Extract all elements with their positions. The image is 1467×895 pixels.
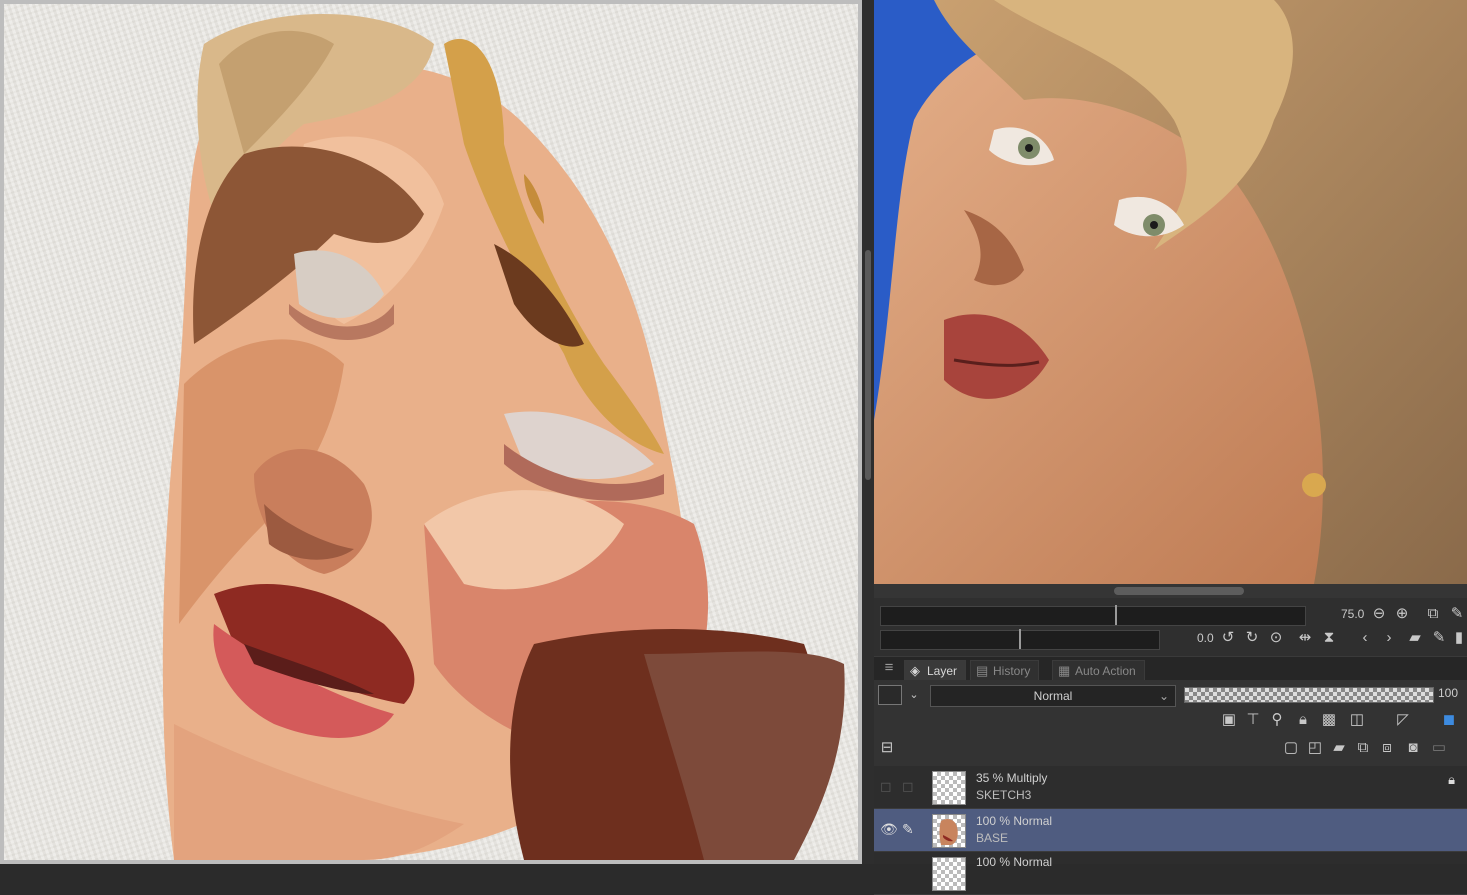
- fit-view-icon[interactable]: ⧉: [1424, 606, 1442, 622]
- layer-thumbnail: [932, 814, 966, 848]
- blend-mode-value: Normal: [1033, 689, 1073, 703]
- chevron-down-icon[interactable]: ⌄: [905, 687, 923, 703]
- new-vector-layer-icon[interactable]: ◰: [1306, 740, 1324, 756]
- layer-color-icon[interactable]: ◼: [1440, 712, 1458, 728]
- flip-horizontal-icon[interactable]: ⇹: [1296, 630, 1314, 646]
- layer-mode: 100 % Normal: [976, 814, 1053, 828]
- reference-layer-icon[interactable]: ⊤: [1244, 712, 1262, 728]
- layer-mask-icon[interactable]: ◙: [1404, 740, 1422, 756]
- layer-name: SKETCH3: [976, 788, 1032, 802]
- edit-icon[interactable]: ✎: [1430, 630, 1448, 646]
- layer-properties: ⌄ Normal ⌄ 100 ▣ ⊤ ⚲ 🔒︎ ▩ ◫ ◸ ◼ ⊟ ▢ ◰ ▰ …: [874, 680, 1467, 766]
- rotation-slider-knob[interactable]: [1019, 629, 1021, 649]
- delete-layer-icon[interactable]: ▭: [1430, 740, 1448, 756]
- pen-icon[interactable]: ◻: [902, 778, 918, 794]
- blend-mode-select[interactable]: Normal ⌄: [930, 685, 1176, 707]
- layer-thumbnail: [932, 771, 966, 805]
- rotation-value: 0.0: [1197, 631, 1214, 645]
- new-raster-layer-icon[interactable]: ▢: [1282, 740, 1300, 756]
- lock-icon[interactable]: 🔒︎: [1448, 772, 1455, 788]
- reference-photo: [874, 0, 1467, 584]
- reference-image: [874, 0, 1467, 584]
- open-folder-icon[interactable]: ▰: [1406, 630, 1424, 646]
- layers-icon: ◈: [910, 663, 920, 678]
- scrollbar-thumb[interactable]: [865, 250, 871, 480]
- opacity-slider[interactable]: [1184, 687, 1434, 703]
- tab-history[interactable]: ▤ History: [970, 660, 1040, 681]
- zoom-in-icon[interactable]: ⊕: [1393, 606, 1411, 622]
- rotation-slider[interactable]: [880, 629, 1160, 650]
- pen-icon[interactable]: ✎: [902, 821, 918, 837]
- tab-auto-action[interactable]: ▦ Auto Action: [1052, 660, 1145, 681]
- lock-icon[interactable]: 🔒︎: [1294, 712, 1312, 728]
- flip-vertical-icon[interactable]: ⧗: [1320, 630, 1338, 646]
- next-image-icon[interactable]: ›: [1380, 630, 1398, 646]
- panel-tabs: ≡ ◈ Layer ▤ History ▦ Auto Action: [874, 656, 1467, 681]
- scrollbar-thumb[interactable]: [1114, 587, 1244, 595]
- merge-layer-icon[interactable]: ⧈: [1378, 740, 1396, 756]
- pin-icon[interactable]: ✎: [1448, 606, 1466, 622]
- thumbnail-art: [939, 819, 958, 845]
- copy-layer-icon[interactable]: ⧉: [1354, 740, 1372, 756]
- layer-mode: 35 % Multiply: [976, 771, 1048, 785]
- tab-layer[interactable]: ◈ Layer: [904, 660, 967, 681]
- zoom-slider-knob[interactable]: [1115, 605, 1117, 625]
- drawing-canvas[interactable]: [0, 0, 862, 864]
- zoom-slider[interactable]: [880, 605, 1306, 626]
- rotate-right-icon[interactable]: ↻: [1243, 630, 1261, 646]
- previous-image-icon[interactable]: ‹: [1356, 630, 1374, 646]
- mask-icon[interactable]: ◫: [1348, 712, 1366, 728]
- auto-action-icon: ▦: [1058, 663, 1071, 678]
- clip-layer-icon[interactable]: ▣: [1220, 712, 1238, 728]
- zoom-value: 75.0: [1341, 607, 1365, 621]
- new-folder-icon[interactable]: ▰: [1330, 740, 1348, 756]
- painting: [162, 14, 845, 860]
- eye-icon[interactable]: 👁︎: [880, 821, 898, 837]
- menu-icon[interactable]: ≡: [880, 660, 898, 676]
- layer-mode: 100 % Normal: [976, 855, 1053, 869]
- layer-color-chip[interactable]: [878, 685, 902, 705]
- opacity-value: 100: [1438, 686, 1459, 700]
- layer-row[interactable]: ◻ ◻ 35 % Multiply SKETCH3 🔒︎: [874, 766, 1467, 809]
- reference-horizontal-scrollbar[interactable]: [874, 584, 1467, 598]
- zoom-out-icon[interactable]: ⊖: [1370, 606, 1388, 622]
- ruler-icon[interactable]: ◸: [1394, 712, 1412, 728]
- chevron-down-icon: ⌄: [1158, 689, 1169, 703]
- layer-thumbnail: [932, 857, 966, 891]
- lock-transparency-icon[interactable]: ▩: [1320, 712, 1338, 728]
- layer-row[interactable]: 100 % Normal: [874, 852, 1467, 895]
- tab-label: Layer: [927, 664, 958, 678]
- panel-menu-icon[interactable]: ⊟: [878, 740, 896, 756]
- tab-label: History: [993, 664, 1031, 678]
- layer-name: BASE: [976, 831, 1009, 845]
- rotate-left-icon[interactable]: ↺: [1219, 630, 1237, 646]
- eye-icon[interactable]: ◻: [880, 778, 896, 794]
- tab-label: Auto Action: [1075, 664, 1136, 678]
- layer-list: ◻ ◻ 35 % Multiply SKETCH3 🔒︎ 👁︎ ✎ 100 % …: [874, 766, 1467, 895]
- layer-row[interactable]: 👁︎ ✎ 100 % Normal BASE: [874, 809, 1467, 852]
- history-icon: ▤: [976, 663, 989, 678]
- draft-layer-icon[interactable]: ⚲: [1268, 712, 1286, 728]
- canvas-paper[interactable]: [4, 4, 858, 860]
- reset-rotation-icon[interactable]: ⊙: [1267, 630, 1285, 646]
- reference-controls: 75.0 ⊖ ⊕ ⧉ ✎ 0.0 ↺ ↻ ⊙ ⇹ ⧗ ‹ › ▰ ✎ ▮: [874, 598, 1467, 656]
- canvas-vertical-scrollbar[interactable]: [862, 0, 874, 864]
- delete-icon[interactable]: ▮: [1450, 630, 1467, 646]
